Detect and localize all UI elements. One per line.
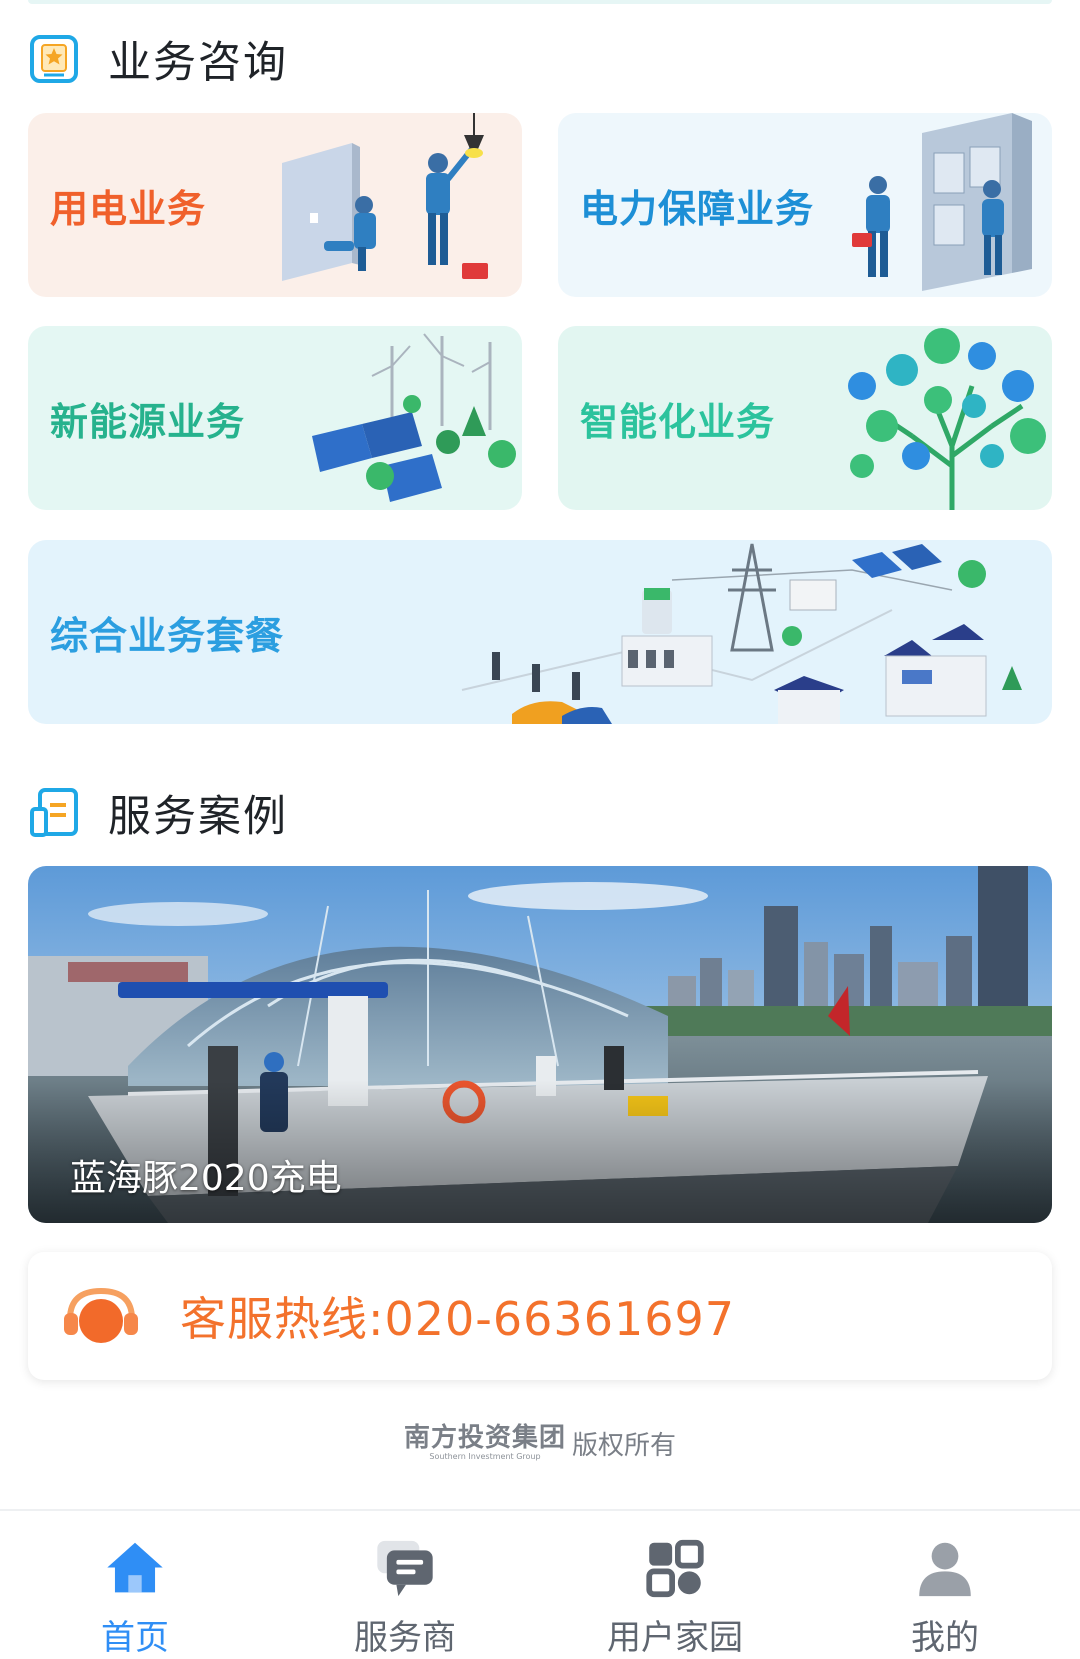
power-cabinet-illustration <box>852 113 1032 291</box>
document-icon <box>28 787 80 839</box>
cases-section-header: 服务案例 <box>28 782 288 844</box>
tab-providers[interactable]: 服务商 <box>270 1511 540 1659</box>
card-label: 用电业务 <box>50 186 207 231</box>
tab-home[interactable]: 首页 <box>0 1511 270 1659</box>
energy-grid-illustration <box>461 543 1022 724</box>
tab-label: 首页 <box>101 1618 169 1658</box>
integrated-package-card[interactable]: 综合业务套餐 <box>28 540 1052 724</box>
chat-icon <box>377 1540 433 1597</box>
tab-user-home[interactable]: 用户家园 <box>540 1511 810 1659</box>
headset-icon <box>64 1287 138 1343</box>
consult-section-header: 业务咨询 <box>28 28 288 90</box>
tab-label: 用户家园 <box>607 1618 743 1658</box>
logo-text: 南方投资集团 <box>403 1423 566 1453</box>
section-title: 服务案例 <box>108 792 288 842</box>
solar-wind-illustration <box>312 333 516 502</box>
tab-mine[interactable]: 我的 <box>810 1511 1080 1659</box>
top-divider <box>28 0 1052 4</box>
home-page: 业务咨询 用电业务 电力保障业务 新能源业务 智能化业务 综合业务套餐 服务案例… <box>0 0 1080 1659</box>
new-energy-card[interactable]: 新能源业务 <box>28 326 522 510</box>
power-assurance-card[interactable]: 电力保障业务 <box>558 113 1052 297</box>
hotline-text: 客服热线:020-66361697 <box>180 1292 736 1346</box>
company-logo: 南方投资集团 Southern Investment Group <box>404 1424 566 1462</box>
card-label: 电力保障业务 <box>580 186 815 231</box>
user-icon <box>919 1542 971 1597</box>
electricity-service-card[interactable]: 用电业务 <box>28 113 522 297</box>
apps-icon <box>646 1539 704 1598</box>
smart-tree-illustration <box>848 328 1046 510</box>
case-item[interactable]: 蓝海豚2020充电 <box>28 866 1052 1223</box>
copyright-text: 版权所有 <box>572 1430 677 1461</box>
card-label: 综合业务套餐 <box>50 613 285 658</box>
tab-label: 服务商 <box>354 1618 456 1658</box>
star-badge-icon <box>28 33 80 85</box>
smart-service-card[interactable]: 智能化业务 <box>558 326 1052 510</box>
home-icon <box>107 1542 163 1593</box>
card-label: 智能化业务 <box>580 399 776 444</box>
electrician-illustration <box>282 113 488 281</box>
copyright: 南方投资集团 Southern Investment Group 版权所有 <box>0 1424 1080 1462</box>
hotline-card[interactable]: 客服热线:020-66361697 <box>28 1252 1052 1380</box>
section-title: 业务咨询 <box>108 38 288 88</box>
tab-label: 我的 <box>911 1618 979 1658</box>
logo-subtext: Southern Investment Group <box>429 1452 541 1461</box>
card-label: 新能源业务 <box>50 399 246 444</box>
case-caption: 蓝海豚2020充电 <box>70 1158 342 1199</box>
bottom-tab-bar: 首页 服务商 用户家园 我的 <box>0 1509 1080 1659</box>
